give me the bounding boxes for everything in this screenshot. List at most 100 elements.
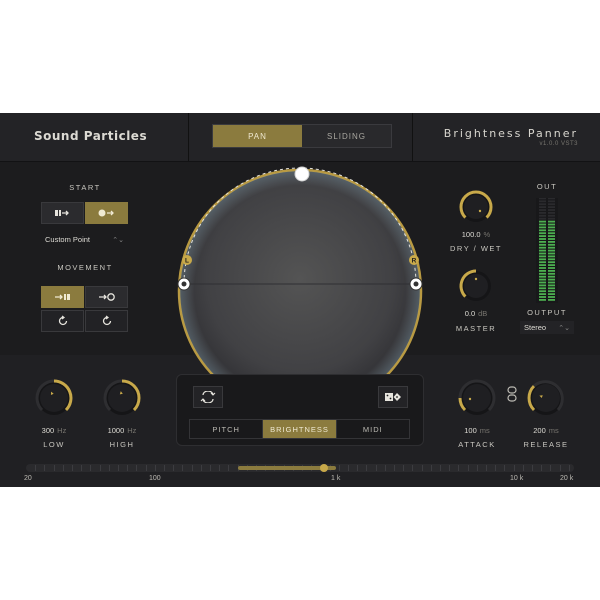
meter-segment (539, 281, 546, 284)
meter-segment (539, 229, 546, 232)
random-dice-button[interactable] (378, 386, 408, 408)
meter-segment (539, 258, 546, 261)
tab-sliding[interactable]: SLIDING (302, 125, 391, 147)
frequency-tick (90, 465, 92, 471)
frequency-tick (568, 465, 570, 471)
frequency-tick (357, 465, 359, 471)
frequency-tick (210, 465, 211, 471)
high-unit: Hz (127, 426, 137, 435)
low-value[interactable]: 300 Hz (20, 426, 88, 435)
source-handle[interactable] (294, 166, 310, 182)
frequency-tick (476, 465, 478, 471)
tab-midi[interactable]: MIDI (337, 420, 409, 438)
high-number: 1000 (107, 426, 125, 435)
low-unit: Hz (57, 426, 67, 435)
loop-right-button[interactable] (85, 310, 128, 332)
attack-value[interactable]: 100 ms (441, 426, 513, 435)
frequency-tick (421, 465, 423, 471)
frequency-tick (219, 465, 221, 471)
dice-icon (385, 393, 401, 401)
meter-segment (548, 270, 555, 272)
meter-segment (539, 267, 546, 269)
dry-wet-knob[interactable] (455, 186, 497, 228)
meter-segment (548, 203, 555, 206)
randomize-cycle-button[interactable] (193, 386, 223, 408)
dry-wet-number: 100.0 (461, 230, 481, 239)
arrow-to-bar-icon (54, 210, 69, 216)
attack-knob[interactable] (454, 375, 500, 421)
meter-segment (539, 200, 546, 203)
frequency-tick (532, 465, 533, 471)
frequency-tick (173, 465, 175, 471)
start-position-dropdown[interactable]: Custom Point ⌃⌄ (41, 233, 128, 246)
meter-segment (548, 235, 555, 237)
dry-wet-value[interactable]: 100.0% (440, 230, 512, 239)
meter-segment (539, 235, 546, 237)
header-divider (412, 113, 413, 161)
low-knob[interactable] (31, 375, 77, 421)
meter-segment (539, 296, 546, 298)
movement-to-bar-button[interactable] (41, 286, 84, 308)
meter-segment (539, 226, 546, 229)
frequency-tick (154, 465, 156, 471)
low-number: 300 (41, 426, 55, 435)
arrow-to-circle-icon (98, 293, 115, 301)
master-value[interactable]: 0.0 dB (440, 309, 512, 318)
meter-segment (548, 299, 555, 301)
release-knob[interactable] (523, 375, 569, 421)
frequency-tick (145, 465, 147, 471)
meter-segment (539, 284, 546, 287)
frequency-tick (127, 465, 129, 471)
meter-segment (539, 209, 546, 211)
loop-left-button[interactable] (41, 310, 84, 332)
tab-pitch[interactable]: PITCH (190, 420, 264, 438)
loop-icon (58, 315, 67, 326)
cycle-arrows-icon (200, 391, 216, 403)
meter-segment (548, 261, 555, 264)
left-badge-text: L (185, 258, 189, 265)
frequency-tick (495, 465, 497, 471)
freq-label-20k: 20 k (560, 475, 574, 482)
meter-segment (548, 246, 555, 249)
frequency-tick (228, 465, 230, 471)
master-knob[interactable] (455, 265, 497, 307)
high-value[interactable]: 1000 Hz (88, 426, 156, 435)
frequency-range-handle[interactable] (320, 464, 328, 472)
movement-to-point-button[interactable] (85, 286, 128, 308)
meter-segment (548, 281, 555, 284)
arrow-to-bar-icon (54, 294, 70, 300)
plugin-window: Sound Particles PAN SLIDING Brightness P… (0, 113, 600, 487)
meter-segment (539, 287, 546, 290)
release-value[interactable]: 200 ms (510, 426, 582, 435)
meter-segment (548, 296, 555, 298)
frequency-tick (384, 465, 386, 471)
start-left-button[interactable] (41, 202, 84, 224)
frequency-tick (62, 465, 64, 471)
output-dropdown[interactable]: Stereo ⌃⌄ (520, 321, 574, 334)
chevron-updown-icon: ⌃⌄ (558, 324, 570, 332)
dry-wet-label: DRY / WET (450, 244, 502, 253)
meter-segment (539, 212, 546, 214)
meter-segment (548, 293, 555, 295)
meter-segment (539, 206, 546, 208)
tab-pan[interactable]: PAN (213, 125, 302, 147)
meter-segment (548, 278, 555, 281)
brand-logo: Sound Particles (34, 129, 148, 143)
tab-brightness[interactable]: BRIGHTNESS (263, 420, 337, 438)
frequency-range-slider[interactable] (26, 464, 574, 472)
meter-segment (548, 243, 555, 246)
high-knob[interactable] (99, 375, 145, 421)
meter-segment (539, 223, 546, 226)
start-point-button[interactable] (85, 202, 128, 224)
meter-segment (539, 264, 546, 266)
frequency-tick (136, 465, 138, 471)
chevron-updown-icon: ⌃⌄ (112, 236, 124, 244)
frequency-tick (486, 465, 487, 471)
meter-segment (548, 198, 555, 200)
frequency-tick (164, 465, 165, 471)
link-icon[interactable] (506, 386, 518, 402)
dry-wet-unit: % (483, 230, 491, 239)
meter-segment (539, 217, 546, 220)
meter-segment (539, 243, 546, 246)
meter-segment (539, 275, 546, 278)
